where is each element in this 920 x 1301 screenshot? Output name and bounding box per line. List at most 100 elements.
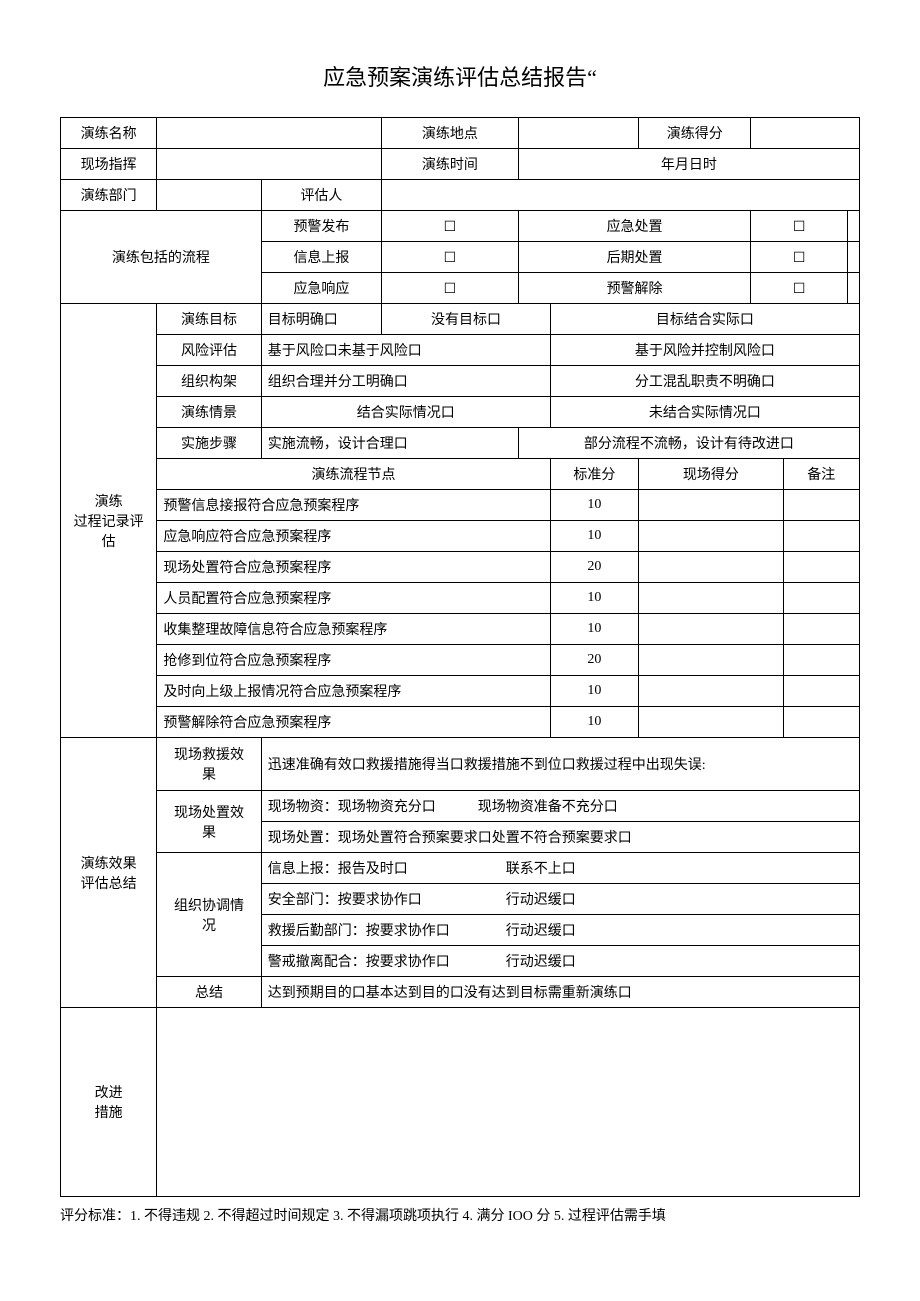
label-improve: 改进 措施 [61,1008,157,1197]
node-row-remark[interactable] [783,707,859,738]
effect-rescue-label: 现场救援效 果 [157,738,261,791]
label-exercise-dept: 演练部门 [61,180,157,211]
sec1-step-a[interactable]: 实施流畅，设计合理口 [261,428,518,459]
field-exercise-name[interactable] [157,118,382,149]
effect-disp-line1[interactable]: 现场物资：现场物资充分口 现场物资准备不充分口 [261,791,859,822]
effect-coord-line3[interactable]: 救援后勤部门：按要求协作口 行动迟缓口 [261,915,859,946]
node-row-name: 应急响应符合应急预案程序 [157,521,550,552]
node-row-remark[interactable] [783,490,859,521]
sec1-goal-label: 演练目标 [157,304,261,335]
proc-r2b: 后期处置 [518,242,751,273]
node-row-name: 收集整理故障信息符合应急预案程序 [157,614,550,645]
node-row-std: 10 [550,614,638,645]
effect-disp-label: 现场处置效 果 [157,791,261,853]
proc-r2a: 信息上报 [261,242,381,273]
label-effect-eval: 演练效果 评估总结 [61,738,157,1008]
proc-r3a: 应急响应 [261,273,381,304]
node-row-std: 20 [550,552,638,583]
label-process-included: 演练包括的流程 [61,211,262,304]
sec1-org-b[interactable]: 分工混乱职责不明确口 [550,366,859,397]
sec1-org-a[interactable]: 组织合理并分工明确口 [261,366,550,397]
node-row-site[interactable] [639,614,784,645]
node-row-name: 现场处置符合应急预案程序 [157,552,550,583]
page-title: 应急预案演练评估总结报告“ [60,60,860,92]
sec1-step-label: 实施步骤 [157,428,261,459]
report-table: 演练名称 演练地点 演练得分 现场指挥 演练时间 年月日时 演练部门 评估人 演… [60,117,860,1197]
proc-r1b: 应急处置 [518,211,751,242]
checkbox-r2b[interactable]: ☐ [751,242,847,273]
field-exercise-score[interactable] [751,118,860,149]
node-row-name: 抢修到位符合应急预案程序 [157,645,550,676]
effect-coord-label: 组织协调情 况 [157,853,261,977]
sec1-risk-label: 风险评估 [157,335,261,366]
node-row-site[interactable] [639,676,784,707]
node-row-remark[interactable] [783,676,859,707]
proc-r1a: 预警发布 [261,211,381,242]
sec1-step-b[interactable]: 部分流程不流畅，设计有待改进口 [518,428,859,459]
label-exercise-score: 演练得分 [639,118,751,149]
node-header-remark: 备注 [783,459,859,490]
field-evaluator[interactable] [382,180,860,211]
checkbox-r2a[interactable]: ☐ [382,242,519,273]
node-row-site[interactable] [639,583,784,614]
sec1-goal-c[interactable]: 目标结合实际口 [550,304,859,335]
proc-r3b: 预警解除 [518,273,751,304]
node-row-std: 10 [550,676,638,707]
spacer-r3 [847,273,859,304]
node-row-remark[interactable] [783,614,859,645]
node-header-site: 现场得分 [639,459,784,490]
label-site-commander: 现场指挥 [61,149,157,180]
label-process-eval: 演练 过程记录评 估 [61,304,157,738]
sec1-scene-b[interactable]: 未结合实际情况口 [550,397,859,428]
node-row-site[interactable] [639,521,784,552]
field-improve[interactable] [157,1008,860,1197]
node-row-name: 人员配置符合应急预案程序 [157,583,550,614]
node-header-name: 演练流程节点 [157,459,550,490]
node-row-std: 10 [550,583,638,614]
node-row-site[interactable] [639,552,784,583]
effect-coord-line2[interactable]: 安全部门：按要求协作口 行动迟缓口 [261,884,859,915]
node-row-site[interactable] [639,707,784,738]
label-exercise-time: 演练时间 [382,149,519,180]
field-exercise-location[interactable] [518,118,638,149]
effect-summary-label: 总结 [157,977,261,1008]
node-row-std: 10 [550,707,638,738]
checkbox-r1a[interactable]: ☐ [382,211,519,242]
checkbox-r3b[interactable]: ☐ [751,273,847,304]
node-row-remark[interactable] [783,521,859,552]
node-row-name: 预警解除符合应急预案程序 [157,707,550,738]
node-row-remark[interactable] [783,583,859,614]
node-row-std: 20 [550,645,638,676]
spacer-r1 [847,211,859,242]
label-exercise-name: 演练名称 [61,118,157,149]
label-evaluator: 评估人 [261,180,381,211]
node-row-remark[interactable] [783,645,859,676]
sec1-goal-b[interactable]: 没有目标口 [382,304,551,335]
effect-coord-line4[interactable]: 警戒撤离配合：按要求协作口 行动迟缓口 [261,946,859,977]
effect-disp-line2[interactable]: 现场处置：现场处置符合预案要求口处置不符合预案要求口 [261,822,859,853]
checkbox-r3a[interactable]: ☐ [382,273,519,304]
field-exercise-time[interactable]: 年月日时 [518,149,859,180]
field-exercise-dept[interactable] [157,180,261,211]
node-header-std: 标准分 [550,459,638,490]
sec1-org-label: 组织构架 [157,366,261,397]
field-site-commander[interactable] [157,149,382,180]
sec1-scene-label: 演练情景 [157,397,261,428]
footnote: 评分标准：1. 不得违规 2. 不得超过时间规定 3. 不得漏项跳项执行 4. … [60,1205,860,1225]
effect-rescue-text[interactable]: 迅速准确有效口救援措施得当口救援措施不到位口救援过程中出现失误: [261,738,859,791]
node-row-remark[interactable] [783,552,859,583]
sec1-risk-a[interactable]: 基于风险口未基于风险口 [261,335,550,366]
checkbox-r1b[interactable]: ☐ [751,211,847,242]
node-row-std: 10 [550,490,638,521]
effect-coord-line1[interactable]: 信息上报：报告及时口 联系不上口 [261,853,859,884]
node-row-std: 10 [550,521,638,552]
sec1-scene-a[interactable]: 结合实际情况口 [261,397,550,428]
node-row-site[interactable] [639,490,784,521]
node-row-site[interactable] [639,645,784,676]
spacer-r2 [847,242,859,273]
sec1-goal-a[interactable]: 目标明确口 [261,304,381,335]
label-exercise-location: 演练地点 [382,118,519,149]
effect-summary-text[interactable]: 达到预期目的口基本达到目的口没有达到目标需重新演练口 [261,977,859,1008]
sec1-risk-b[interactable]: 基于风险并控制风险口 [550,335,859,366]
node-row-name: 及时向上级上报情况符合应急预案程序 [157,676,550,707]
